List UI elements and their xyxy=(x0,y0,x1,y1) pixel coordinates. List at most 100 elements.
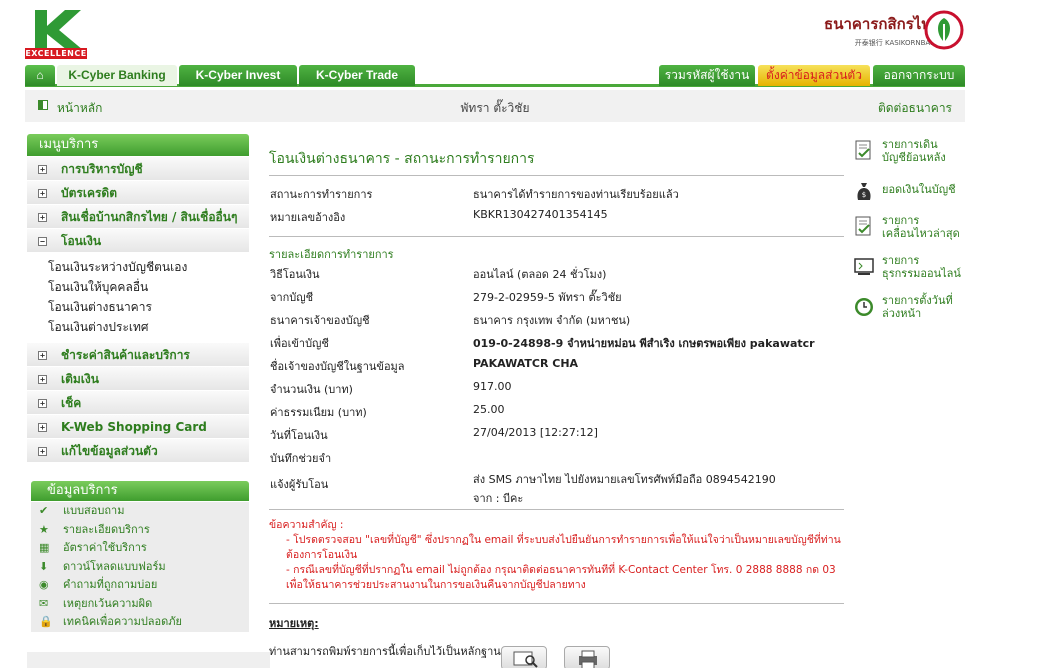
expand-icon[interactable]: + xyxy=(38,447,47,456)
link-online-transactions[interactable]: รายการ ธุรกรรมออนไลน์ xyxy=(852,254,972,294)
contact-bank-link[interactable]: ติดต่อธนาคาร xyxy=(878,99,952,118)
service-menu-title: เมนูบริการ xyxy=(27,134,249,156)
detail-row: ค่าธรรมเนียม (บาท) 25.00 xyxy=(269,398,844,421)
envelope-icon: ✉ xyxy=(39,596,49,610)
user-name: พัทรา ตั๊ะวิชัย xyxy=(460,101,530,115)
expand-icon[interactable]: + xyxy=(38,399,47,408)
info-item-service-details[interactable]: ★ รายละเอียดบริการ xyxy=(31,521,249,540)
detail-row: บันทึกช่วยจำ xyxy=(269,444,844,467)
notify-line-1: ส่ง SMS ภาษาไทย ไปยังหมายเลขโทรศัพท์มือถ… xyxy=(473,473,776,486)
expand-icon[interactable]: + xyxy=(38,189,47,198)
detail-label: วันที่โอนเงิน xyxy=(270,429,328,442)
sidebar-item-label: K-Web Shopping Card xyxy=(61,420,207,434)
sidebar-item-label: สินเชื่อบ้านกสิกรไทย / สินเชื่ออื่นๆ xyxy=(61,210,238,224)
sidebar-item-label: บัตรเครดิต xyxy=(61,186,118,200)
info-item-download-forms[interactable]: ⬇ ดาวน์โหลดแบบฟอร์ม xyxy=(31,558,249,577)
note-item: - กรณีเลขที่บัญชีที่ปรากฏใน email ไม่ถูก… xyxy=(286,564,836,591)
sidebar-footer xyxy=(27,652,270,668)
link-label-1: รายการ xyxy=(882,214,920,227)
submenu-own-accounts[interactable]: โอนเงินระหว่างบัญชีตนเอง xyxy=(48,257,249,277)
preview-button[interactable] xyxy=(501,646,547,668)
info-item-label: แบบสอบถาม xyxy=(63,504,125,517)
detail-value: 019-0-24898-9 จำหน่ายหม่อน พีสำเริง เกษต… xyxy=(473,337,815,350)
home-tab[interactable]: ⌂ xyxy=(25,65,55,86)
detail-value: ออนไลน์ (ตลอด 24 ชั่วโมง) xyxy=(473,268,607,281)
remark-text: ท่านสามารถพิมพ์รายการนี้เพื่อเก็บไว้เป็น… xyxy=(269,642,844,668)
link-scheduled-transactions[interactable]: รายการตั้งวันที่ ล่วงหน้า xyxy=(852,294,972,334)
info-item-disclaimer[interactable]: ✉ เหตุยกเว้นความผิด xyxy=(31,595,249,614)
sidebar-item-loans[interactable]: + สินเชื่อบ้านกสิกรไทย / สินเชื่ออื่นๆ xyxy=(27,205,249,229)
status-row: สถานะการทำรายการ ธนาคารได้ทำรายการของท่า… xyxy=(269,180,844,203)
info-item-label: ดาวน์โหลดแบบฟอร์ม xyxy=(63,559,166,573)
expand-icon[interactable]: + xyxy=(38,375,47,384)
detail-value: 917.00 xyxy=(473,380,512,393)
collapse-icon[interactable]: − xyxy=(38,237,47,246)
svg-text:$: $ xyxy=(862,191,866,199)
detail-value: ธนาคาร กรุงเทพ จำกัด (มหาชน) xyxy=(473,314,631,327)
detail-row: จำนวนเงิน (บาท) 917.00 xyxy=(269,375,844,398)
service-info-list: ✔ แบบสอบถาม ★ รายละเอียดบริการ ▦ อัตราค่าใช… xyxy=(31,502,249,632)
transfer-submenu: โอนเงินระหว่างบัญชีตนเอง โอนเงินให้บุคคล… xyxy=(27,253,249,343)
detail-value: PAKAWATCR CHA xyxy=(473,357,579,370)
expand-icon[interactable]: + xyxy=(38,423,47,432)
document-check-icon xyxy=(855,140,871,160)
expand-icon[interactable]: + xyxy=(38,165,47,174)
sidebar-item-label: แก้ไขข้อมูลส่วนตัว xyxy=(61,444,158,458)
expand-icon[interactable]: + xyxy=(38,213,47,222)
detail-label: ธนาคารเจ้าของบัญชี xyxy=(270,314,370,327)
sidebar-item-credit-card[interactable]: + บัตรเครดิต xyxy=(27,181,249,205)
notify-line-2: จาก : บีคะ xyxy=(473,492,524,505)
kasikorn-logo-icon xyxy=(924,10,964,50)
print-button[interactable] xyxy=(564,646,610,668)
detail-value: 279-2-02959-5 พัทรา ตั๊ะวิชัย xyxy=(473,291,622,304)
clock-icon xyxy=(855,298,873,316)
info-item-label: อัตราค่าใช้บริการ xyxy=(63,541,147,554)
tab-k-cyber-invest[interactable]: K-Cyber Invest xyxy=(179,65,297,86)
download-icon: ⬇ xyxy=(39,559,49,573)
sidebar-item-bill-payment[interactable]: + ชำระค่าสินค้าและบริการ xyxy=(27,343,249,367)
detail-label: วิธีโอนเงิน xyxy=(270,268,320,281)
detail-label: ชื่อเจ้าของบัญชีในฐานข้อมูล xyxy=(270,360,405,373)
link-account-balance[interactable]: $ ยอดเงินในบัญชี xyxy=(852,178,972,214)
status-value: ธนาคารได้ทำรายการของท่านเรียบร้อยแล้ว xyxy=(473,188,679,201)
submenu-other-bank[interactable]: โอนเงินต่างธนาคาร xyxy=(48,297,249,317)
link-label-1: รายการ xyxy=(882,254,920,267)
profile-settings-tab[interactable]: ตั้งค่าข้อมูลส่วนตัว xyxy=(758,65,870,86)
info-item-faq[interactable]: ◉ คำถามที่ถูกถามบ่อย xyxy=(31,576,249,595)
change-password-tab[interactable]: รวมรหัสผู้ใช้งาน xyxy=(659,65,755,86)
tab-k-cyber-banking[interactable]: K-Cyber Banking xyxy=(57,65,177,86)
link-statement-history[interactable]: รายการเดิน บัญชีย้อนหลัง xyxy=(852,138,972,178)
page: EXCELLENCE ธนาคารกสิกรไทย 开泰银行 KASIKORNB… xyxy=(0,0,1045,668)
link-recent-transactions[interactable]: รายการ เคลื่อนไหวล่าสุด xyxy=(852,214,972,254)
logout-tab[interactable]: ออกจากระบบ xyxy=(873,65,965,86)
link-label-2: ล่วงหน้า xyxy=(882,307,922,320)
sidebar-item-cheque[interactable]: + เช็ค xyxy=(27,391,249,415)
notify-row: แจ้งผู้รับโอน ส่ง SMS ภาษาไทย ไปยังหมายเ… xyxy=(269,467,844,505)
logo-text: EXCELLENCE xyxy=(25,48,87,59)
reference-row: หมายเลขอ้างอิง KBKR130427401354145 xyxy=(269,203,844,226)
magnifier-icon xyxy=(513,651,538,668)
info-item-label: คำถามที่ถูกถามบ่อย xyxy=(63,578,158,591)
info-item-security-tips[interactable]: 🔒 เทคนิคเพื่อความปลอดภัย xyxy=(31,613,249,632)
sidebar-item-edit-profile[interactable]: + แก้ไขข้อมูลส่วนตัว xyxy=(27,439,249,463)
status-label: สถานะการทำรายการ xyxy=(270,188,373,201)
expand-icon[interactable]: + xyxy=(38,351,47,360)
submenu-international[interactable]: โอนเงินต่างประเทศ xyxy=(48,317,249,337)
sidebar-item-account-management[interactable]: + การบริหารบัญชี xyxy=(27,157,249,181)
link-label-2: เคลื่อนไหวล่าสุด xyxy=(882,227,960,240)
sidebar-item-top-up[interactable]: + เติมเงิน xyxy=(27,367,249,391)
detail-label: บันทึกช่วยจำ xyxy=(270,452,332,465)
sidebar-item-transfer[interactable]: − โอนเงิน xyxy=(27,229,249,253)
sidebar-item-label: เติมเงิน xyxy=(61,372,99,386)
notify-label: แจ้งผู้รับโอน xyxy=(270,478,329,491)
notify-value: ส่ง SMS ภาษาไทย ไปยังหมายเลขโทรศัพท์มือถ… xyxy=(473,470,776,507)
detail-label: จากบัญชี xyxy=(270,291,314,304)
sidebar-item-shopping-card[interactable]: + K-Web Shopping Card xyxy=(27,415,249,439)
important-note: ข้อความสำคัญ : - โปรดตรวจสอบ "เลขที่บัญช… xyxy=(269,509,844,593)
checkbox-icon: ✔ xyxy=(39,504,49,517)
info-item-survey[interactable]: ✔ แบบสอบถาม xyxy=(31,502,249,521)
tab-k-cyber-trade[interactable]: K-Cyber Trade xyxy=(299,65,415,86)
info-item-fees[interactable]: ▦ อัตราค่าใช้บริการ xyxy=(31,539,249,558)
detail-label: ค่าธรรมเนียม (บาท) xyxy=(270,406,367,419)
submenu-other-person[interactable]: โอนเงินให้บุคคลอื่น xyxy=(48,277,249,297)
